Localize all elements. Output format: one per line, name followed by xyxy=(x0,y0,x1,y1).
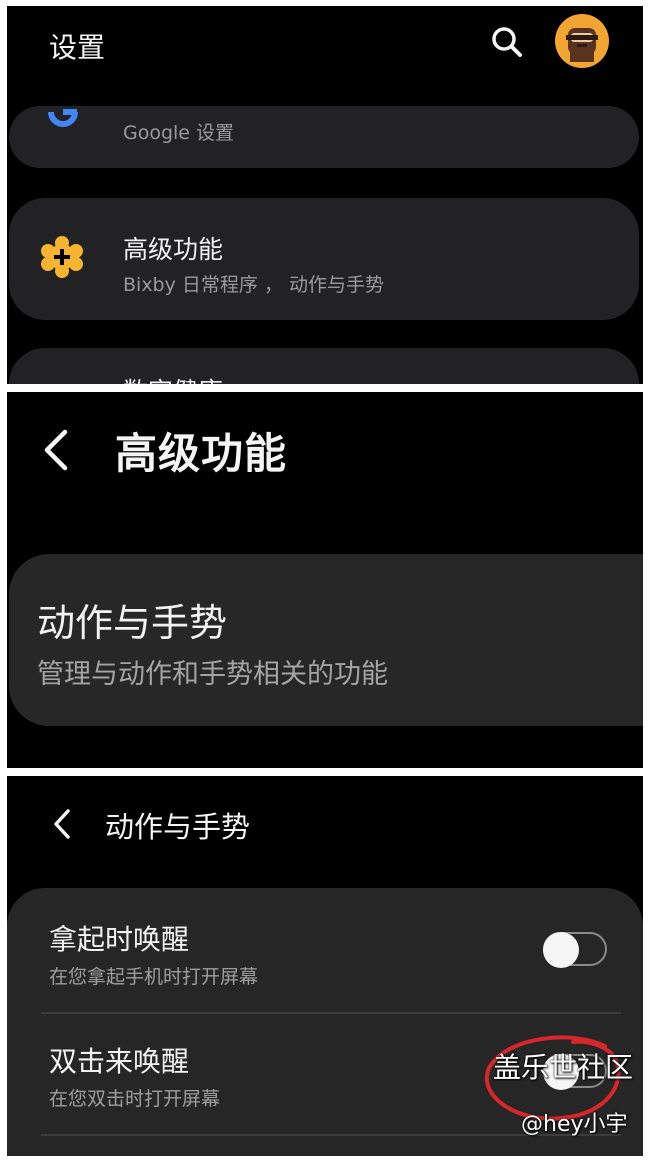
page-title: 高级功能 xyxy=(115,429,288,478)
sloth-avatar-icon xyxy=(566,28,598,62)
divider xyxy=(41,1012,621,1014)
gear-plus-icon xyxy=(41,236,83,278)
double-tap-to-wake-subtitle: 在您双击时打开屏幕 xyxy=(49,1088,221,1110)
advanced-features-screen: 高级功能 动作与手势 管理与动作和手势相关的功能 xyxy=(7,392,643,768)
advanced-features-title: 高级功能 xyxy=(123,235,224,264)
motions-gestures-title: 动作与手势 xyxy=(37,601,228,645)
google-settings-label: Google 设置 xyxy=(123,122,235,144)
search-icon[interactable] xyxy=(489,24,525,60)
lift-to-wake-subtitle: 在您拿起手机时打开屏幕 xyxy=(49,966,259,988)
page-title: 动作与手势 xyxy=(105,810,251,844)
advanced-features-subtitle: Bixby 日常程序 ， 动作与手势 xyxy=(123,274,384,296)
motions-gestures-screen: 动作与手势 拿起时唤醒 在您拿起手机时打开屏幕 双击来唤醒 在您双击时打开屏幕 … xyxy=(7,776,643,1156)
back-arrow-icon[interactable] xyxy=(49,806,75,842)
watermark-author: @hey小宇 xyxy=(521,1112,628,1137)
toggle-knob xyxy=(543,932,579,968)
watermark-title: 盖乐世社区 xyxy=(493,1051,634,1084)
avatar[interactable] xyxy=(555,14,609,68)
lift-to-wake-title: 拿起时唤醒 xyxy=(49,923,190,956)
back-arrow-icon[interactable] xyxy=(39,426,73,474)
google-settings-item[interactable]: Google 设置 xyxy=(9,106,639,168)
digital-wellbeing-item[interactable]: 数字健康 xyxy=(9,348,639,384)
google-icon xyxy=(48,109,78,127)
double-tap-to-wake-title: 双击来唤醒 xyxy=(49,1045,190,1078)
motions-gestures-subtitle: 管理与动作和手势相关的功能 xyxy=(37,659,388,690)
digital-wellbeing-title: 数字健康 xyxy=(123,372,223,384)
lift-to-wake-toggle[interactable] xyxy=(543,932,607,968)
motions-gestures-item[interactable]: 动作与手势 管理与动作和手势相关的功能 xyxy=(9,554,643,726)
advanced-features-item[interactable]: 高级功能 Bixby 日常程序 ， 动作与手势 xyxy=(9,198,639,320)
settings-screen: 设置 Google 设置 高级功能 Bixby 日常程序 ， 动作与手势 xyxy=(7,6,643,384)
page-title: 设置 xyxy=(49,31,106,64)
